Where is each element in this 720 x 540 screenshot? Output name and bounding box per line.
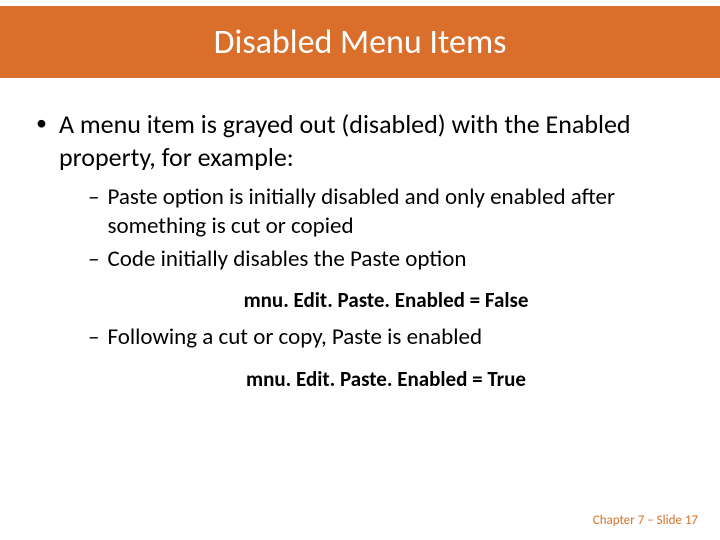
sub-item: – Following a cut or copy, Paste is enab… [88,323,684,352]
bullet-main-text: A menu item is grayed out (disabled) wit… [59,108,684,173]
dash-icon: – [88,183,99,212]
slide-footer: Chapter 7 – Slide 17 [593,513,698,528]
sub-item-text: Code initially disables the Paste option [107,245,684,274]
sub-item: – Code initially disables the Paste opti… [88,245,684,274]
sub-item-text: Following a cut or copy, Paste is enable… [107,323,684,352]
sub-item-text: Paste option is initially disabled and o… [107,183,684,241]
slide-title-bar: Disabled Menu Items [0,6,720,78]
sub-item: – Paste option is initially disabled and… [88,183,684,241]
bullet-main: • A menu item is grayed out (disabled) w… [36,108,684,173]
dash-icon: – [88,323,99,352]
slide-body: • A menu item is grayed out (disabled) w… [0,78,720,392]
code-line: mnu. Edit. Paste. Enabled = True [88,366,684,392]
code-line: mnu. Edit. Paste. Enabled = False [88,287,684,313]
dash-icon: – [88,245,99,274]
sub-list: – Paste option is initially disabled and… [88,183,684,392]
bullet-dot-icon: • [36,112,47,134]
slide-title: Disabled Menu Items [214,22,507,63]
